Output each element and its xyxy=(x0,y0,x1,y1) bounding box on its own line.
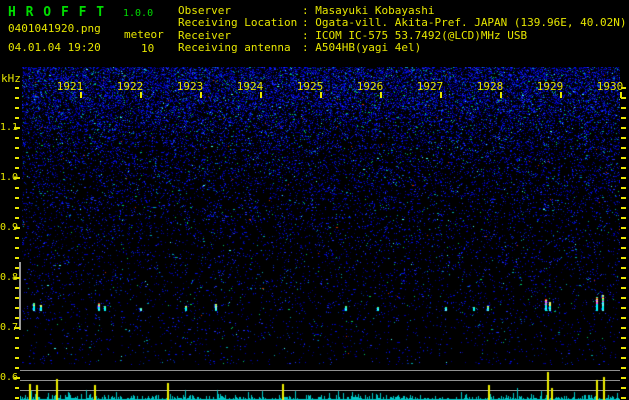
freq-minor-tick xyxy=(15,207,19,209)
freq-minor-tick xyxy=(15,157,19,159)
freq-minor-tick xyxy=(15,237,19,239)
minute-tick-mark xyxy=(200,92,202,98)
freq-right-tick xyxy=(621,337,626,339)
freq-minor-tick xyxy=(15,297,19,299)
minute-tick-mark xyxy=(320,92,322,98)
freq-label: 0.9 xyxy=(0,222,19,233)
freq-right-tick xyxy=(621,197,626,199)
app-version: 1.0.0 xyxy=(123,8,154,19)
info-row-antenna: Receiving antenna: A504HB(yagi 4el) xyxy=(178,42,421,54)
date-time: 04.01.04 19:20 xyxy=(8,41,101,54)
freq-minor-tick xyxy=(15,367,19,369)
freq-minor-tick xyxy=(15,317,19,319)
freq-minor-tick xyxy=(15,137,19,139)
freq-label: 0.7 xyxy=(0,322,19,333)
minute-tick-mark xyxy=(140,92,142,98)
freq-minor-tick xyxy=(15,287,19,289)
freq-right-tick xyxy=(621,397,626,399)
info-value: A504HB(yagi 4el) xyxy=(315,41,422,54)
freq-right-tick xyxy=(621,87,626,89)
freq-right-tick xyxy=(621,347,626,349)
freq-minor-tick xyxy=(15,87,19,89)
freq-right-tick xyxy=(621,207,626,209)
freq-right-tick xyxy=(621,167,626,169)
minute-tick-mark xyxy=(260,92,262,98)
freq-major-tick xyxy=(14,177,20,179)
freq-minor-tick xyxy=(15,307,19,309)
info-separator: : xyxy=(302,16,316,29)
freq-axis-unit: kHz xyxy=(1,72,21,85)
info-separator: : xyxy=(302,41,316,54)
freq-right-tick xyxy=(621,157,626,159)
output-filename: 0401041920.png xyxy=(8,22,101,35)
minute-tick-mark xyxy=(500,92,502,98)
freq-right-tick xyxy=(621,187,626,189)
minute-tick-mark xyxy=(440,92,442,98)
freq-label: 1.1 xyxy=(0,122,19,133)
info-label: Receiving Location xyxy=(178,16,298,29)
freq-major-tick xyxy=(14,327,20,329)
freq-label: 0.6 xyxy=(0,372,19,383)
freq-right-tick xyxy=(621,367,626,369)
info-label: Receiving antenna xyxy=(178,41,291,54)
freq-right-tick xyxy=(621,387,626,389)
freq-right-tick xyxy=(621,247,626,249)
freq-minor-tick xyxy=(15,117,19,119)
freq-major-tick xyxy=(14,227,20,229)
spectrogram-canvas xyxy=(22,67,620,365)
freq-right-tick xyxy=(621,297,626,299)
freq-minor-tick xyxy=(15,217,19,219)
freq-right-tick xyxy=(621,277,626,279)
freq-right-tick xyxy=(621,317,626,319)
freq-minor-tick xyxy=(15,257,19,259)
freq-minor-tick xyxy=(15,167,19,169)
info-row-location: Receiving Location: Ogata-vill. Akita-Pr… xyxy=(178,17,627,29)
freq-right-tick xyxy=(621,217,626,219)
freq-major-tick xyxy=(14,127,20,129)
echo-band-marker xyxy=(19,262,21,330)
freq-right-tick xyxy=(621,107,626,109)
freq-minor-tick xyxy=(15,197,19,199)
freq-right-tick xyxy=(621,127,626,129)
freq-minor-tick xyxy=(15,97,19,99)
freq-major-tick xyxy=(14,377,20,379)
freq-right-tick xyxy=(621,227,626,229)
freq-right-tick xyxy=(621,147,626,149)
freq-right-tick xyxy=(621,267,626,269)
app-title: H R O F F T xyxy=(8,5,106,20)
hrofft-window: H R O F F T 1.0.0 0401041920.png meteor … xyxy=(0,0,629,400)
freq-label: 0.8 xyxy=(0,272,19,283)
freq-minor-tick xyxy=(15,247,19,249)
freq-minor-tick xyxy=(15,267,19,269)
minute-tick-mark xyxy=(560,92,562,98)
freq-right-tick xyxy=(621,177,626,179)
freq-minor-tick xyxy=(15,107,19,109)
mode-label: meteor xyxy=(124,28,164,41)
freq-minor-tick xyxy=(15,397,19,399)
minute-tick-mark xyxy=(380,92,382,98)
freq-minor-tick xyxy=(15,187,19,189)
freq-right-tick xyxy=(621,357,626,359)
freq-minor-tick xyxy=(15,357,19,359)
freq-right-tick xyxy=(621,327,626,329)
freq-minor-tick xyxy=(15,347,19,349)
freq-right-tick xyxy=(621,117,626,119)
amplitude-canvas xyxy=(20,365,620,400)
freq-right-tick xyxy=(621,237,626,239)
freq-major-tick xyxy=(14,277,20,279)
freq-minor-tick xyxy=(15,147,19,149)
echo-count: 10 xyxy=(141,42,155,55)
freq-right-tick xyxy=(621,377,626,379)
minute-tick-mark xyxy=(80,92,82,98)
freq-minor-tick xyxy=(15,337,19,339)
freq-right-tick xyxy=(621,287,626,289)
freq-right-tick xyxy=(621,257,626,259)
freq-label: 1.0 xyxy=(0,172,19,183)
freq-right-tick xyxy=(621,137,626,139)
freq-right-tick xyxy=(621,97,626,99)
freq-right-tick xyxy=(621,307,626,309)
freq-minor-tick xyxy=(15,387,19,389)
info-value: Ogata-vill. Akita-Pref. JAPAN (139.96E, … xyxy=(315,16,627,29)
